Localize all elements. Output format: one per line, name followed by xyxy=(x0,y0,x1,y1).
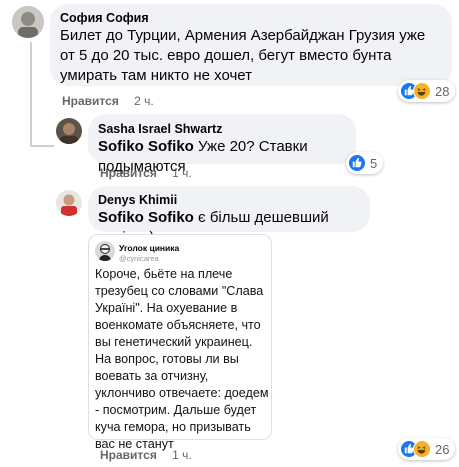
haha-icon xyxy=(413,440,431,458)
like-button[interactable]: Нравится xyxy=(62,94,119,108)
comment-actions: Нравится 2 ч. xyxy=(62,94,154,108)
comment-author[interactable]: София София xyxy=(60,10,442,26)
reaction-summary[interactable]: 28 xyxy=(398,80,456,102)
reaction-summary[interactable]: 5 xyxy=(346,152,384,174)
reaction-count: 28 xyxy=(435,83,450,99)
comment-bubble: Denys Khimii Sofiko Sofiko є більш дешев… xyxy=(88,186,370,246)
thread-line xyxy=(30,42,32,146)
comment-author[interactable]: Sasha Israel Shwartz xyxy=(98,121,346,137)
comment-text: Билет до Турции, Армения Азербайджан Гру… xyxy=(60,27,426,84)
comment-bubble: Sasha Israel Shwartz Sofiko Sofiko Уже 2… xyxy=(88,114,356,175)
avatar[interactable] xyxy=(56,190,82,216)
timestamp[interactable]: 1 ч. xyxy=(172,166,192,180)
tweet-text: Короче, бьёте на плече трезубец со слова… xyxy=(95,267,269,451)
comment-bubble: София София Билет до Турции, Армения Азе… xyxy=(50,4,452,86)
timestamp[interactable]: 1 ч. xyxy=(172,448,192,462)
reaction-count: 26 xyxy=(435,441,450,457)
tweet-screenshot[interactable]: Уголок циника @cynicarea Короче, бьёте н… xyxy=(88,234,272,451)
mention-link[interactable]: Sofiko Sofiko xyxy=(98,138,194,155)
like-icon xyxy=(348,154,366,172)
tweet-handle: @cynicarea xyxy=(119,254,159,263)
haha-icon xyxy=(413,82,431,100)
comment-actions: Нравится 1 ч. xyxy=(100,166,192,180)
comment-author[interactable]: Denys Khimii xyxy=(98,192,360,208)
comment-actions: Нравится 1 ч. xyxy=(100,448,192,462)
thread-branch xyxy=(30,145,54,147)
tweet-avatar xyxy=(95,241,115,261)
reaction-count: 5 xyxy=(370,155,378,171)
avatar[interactable] xyxy=(12,6,44,38)
tweet-author-name: Уголок циника xyxy=(119,243,180,253)
timestamp[interactable]: 2 ч. xyxy=(134,94,154,108)
avatar[interactable] xyxy=(56,118,82,144)
like-button[interactable]: Нравится xyxy=(100,166,157,180)
reaction-summary[interactable]: 26 xyxy=(398,438,456,460)
like-button[interactable]: Нравится xyxy=(100,448,157,462)
mention-link[interactable]: Sofiko Sofiko xyxy=(98,209,194,226)
